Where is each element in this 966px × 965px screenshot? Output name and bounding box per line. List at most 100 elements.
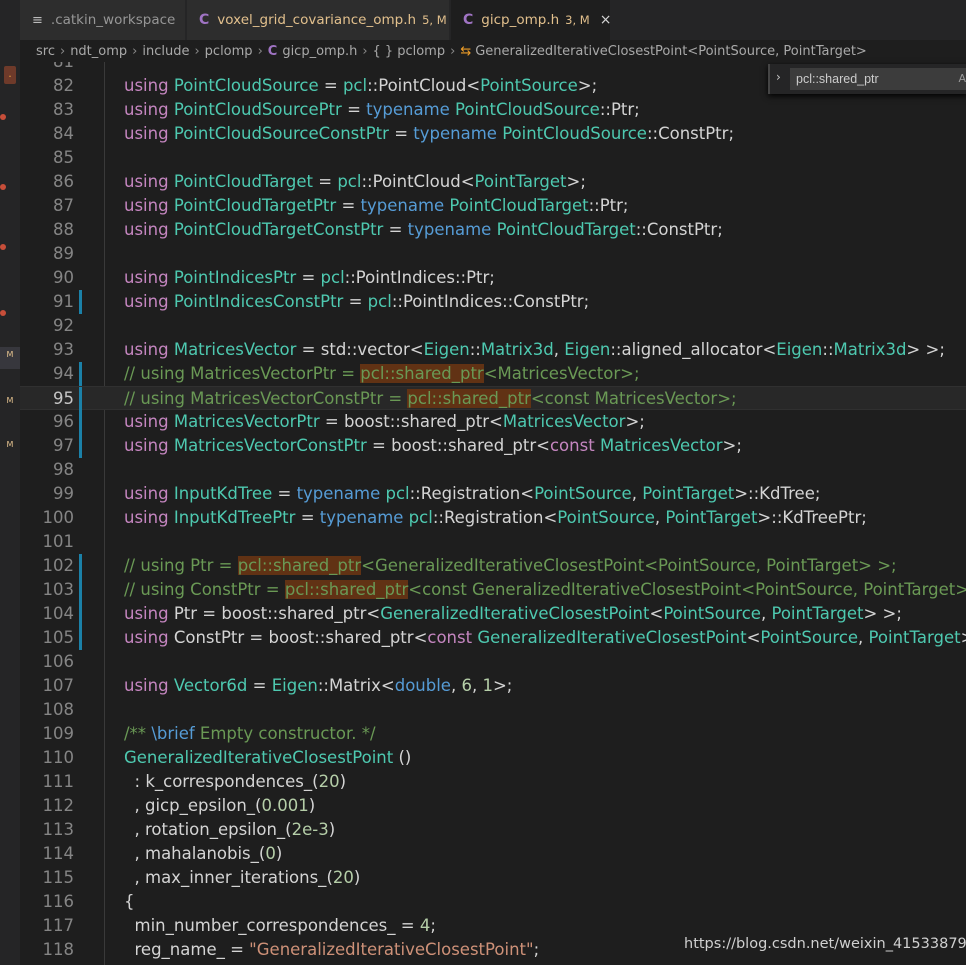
chevron-right-icon: › [450,43,456,59]
modified-gutter-marker[interactable] [79,387,82,411]
line-number: 91 [53,292,74,311]
code-line[interactable]: 109 /** \brief Empty constructor. */ [20,722,966,746]
strip-modified-mark: M [6,440,14,449]
breadcrumb-item[interactable]: pclomp [205,44,253,59]
match-case-option[interactable]: A [958,72,966,85]
modified-gutter-marker[interactable] [79,602,82,626]
modified-gutter-marker[interactable] [79,554,82,578]
line-number: 95 [53,389,74,408]
close-icon[interactable]: × [600,12,612,28]
line-number: 86 [53,172,74,191]
code-line[interactable]: 104 using Ptr = boost::shared_ptr<General… [20,602,966,626]
code-line[interactable]: 114 , mahalanobis_(0) [20,842,966,866]
modified-gutter-marker[interactable] [79,434,82,458]
line-number: 108 [42,700,75,719]
namespace-icon: { } [372,43,394,59]
code-line[interactable]: 107 using Vector6d = Eigen::Matrix<double… [20,674,966,698]
code-line[interactable]: 102 // using Ptr = pcl::shared_ptr<Genera… [20,554,966,578]
line-number: 114 [42,844,75,863]
activity-strip: . M M M [0,0,20,965]
code-line[interactable]: 90 using PointIndicesPtr = pcl::PointIndi… [20,266,966,290]
code-text: using PointCloudSourcePtr = typename Poi… [124,100,640,119]
code-text: // using Ptr = pcl::shared_ptr<Generaliz… [124,556,897,575]
modified-gutter-marker[interactable] [79,410,82,434]
breadcrumb-item[interactable]: ndt_omp [70,44,127,59]
modified-gutter-marker[interactable] [79,578,82,602]
chevron-right-icon: › [132,43,138,59]
code-text: using InputKdTree = typename pcl::Regist… [124,484,821,503]
code-text: using MatricesVectorConstPtr = boost::sh… [124,436,742,455]
code-line[interactable]: 105 using ConstPtr = boost::shared_ptr<co… [20,626,966,650]
breadcrumb-item[interactable]: pclomp [397,44,445,59]
code-line[interactable]: 100 using InputKdTreePtr = typename pcl::… [20,506,966,530]
code-line[interactable]: 95 // using MatricesVectorConstPtr = pcl:… [20,386,966,411]
modified-gutter-marker[interactable] [79,290,82,314]
code-line[interactable]: 91 using PointIndicesConstPtr = pcl::Poin… [20,290,966,314]
code-text: reg_name_ = "GeneralizedIterativeClosest… [134,940,540,959]
code-line[interactable]: 103 // using ConstPtr = pcl::shared_ptr<c… [20,578,966,602]
code-text: , gicp_epsilon_(0.001) [134,796,316,815]
tab-voxel-grid-covariance[interactable]: C voxel_grid_covariance_omp.h 5, M [187,0,450,40]
chevron-right-icon: › [362,43,368,59]
code-line[interactable]: 83 using PointCloudSourcePtr = typename P… [20,98,966,122]
line-number: 103 [42,580,75,599]
code-line[interactable]: 86 using PointCloudTarget = pcl::PointClo… [20,170,966,194]
code-line[interactable]: 110 GeneralizedIterativeClosestPoint () [20,746,966,770]
code-text: using Ptr = boost::shared_ptr<Generalize… [124,604,902,623]
line-number: 104 [42,604,75,623]
code-line[interactable]: 92 [20,314,966,338]
code-line[interactable]: 84 using PointCloudSourceConstPtr = typen… [20,122,966,146]
tab-catkin-workspace[interactable]: ≡ .catkin_workspace [20,0,186,40]
code-line[interactable]: 87 using PointCloudTargetPtr = typename P… [20,194,966,218]
code-line[interactable]: 85 [20,146,966,170]
line-number: 113 [42,820,75,839]
breadcrumb-item[interactable]: gicp_omp.h [282,44,357,59]
code-line[interactable]: 99 using InputKdTree = typename pcl::Regi… [20,482,966,506]
code-line[interactable]: 115 , max_inner_iterations_(20) [20,866,966,890]
code-text: using Vector6d = Eigen::Matrix<double, 6… [124,676,513,695]
find-input[interactable] [790,68,966,90]
code-line[interactable]: 113 , rotation_epsilon_(2e-3) [20,818,966,842]
code-line[interactable]: 101 [20,530,966,554]
chevron-right-icon: › [194,43,200,59]
code-line[interactable]: 98 [20,458,966,482]
code-text: using MatricesVectorPtr = boost::shared_… [124,412,645,431]
code-line[interactable]: 93 using MatricesVector = std::vector<Eig… [20,338,966,362]
code-line[interactable]: 88 using PointCloudTargetConstPtr = typen… [20,218,966,242]
strip-modified-mark: M [6,396,14,405]
line-number: 81 [20,62,74,74]
code-line[interactable]: 96 using MatricesVectorPtr = boost::share… [20,410,966,434]
code-text: : k_correspondences_(20) [134,772,347,791]
lines-icon: ≡ [32,12,43,28]
line-number: 84 [53,124,74,143]
modified-gutter-marker[interactable] [79,362,82,386]
tab-badge: 5, M [422,13,447,27]
line-number: 94 [53,364,74,383]
breadcrumb-item[interactable]: src [36,44,55,59]
chevron-right-icon: › [59,43,66,59]
code-text: , rotation_epsilon_(2e-3) [134,820,336,839]
code-editor[interactable]: 8182 using PointCloudSource = pcl::PointC… [20,62,966,965]
code-line[interactable]: 106 [20,650,966,674]
code-line[interactable]: 116 { [20,890,966,914]
code-text: using PointCloudSourceConstPtr = typenam… [124,124,734,143]
code-text: using PointCloudTargetPtr = typename Poi… [124,196,629,215]
code-text: using PointIndicesPtr = pcl::PointIndice… [124,268,495,287]
code-line[interactable]: 94 // using MatricesVectorPtr = pcl::shar… [20,362,966,386]
code-line[interactable]: 117 min_number_correspondences_ = 4; [20,914,966,938]
problem-badge[interactable]: . [4,66,16,84]
breadcrumb-item[interactable]: GeneralizedIterativeClosestPoint<PointSo… [475,44,867,59]
breadcrumb-item[interactable]: include [142,44,189,59]
tab-gicp-omp[interactable]: C gicp_omp.h 3, M × [451,0,611,40]
c-file-icon: C [463,12,474,28]
chevron-right-icon[interactable]: › [776,70,781,84]
breadcrumb: src › ndt_omp › include › pclomp › C gic… [20,40,966,62]
line-number: 87 [53,196,74,215]
modified-gutter-marker[interactable] [79,626,82,650]
code-line[interactable]: 111 : k_correspondences_(20) [20,770,966,794]
code-line[interactable]: 112 , gicp_epsilon_(0.001) [20,794,966,818]
code-line[interactable]: 89 [20,242,966,266]
code-line[interactable]: 108 [20,698,966,722]
line-number: 105 [42,628,75,647]
code-line[interactable]: 97 using MatricesVectorConstPtr = boost::… [20,434,966,458]
